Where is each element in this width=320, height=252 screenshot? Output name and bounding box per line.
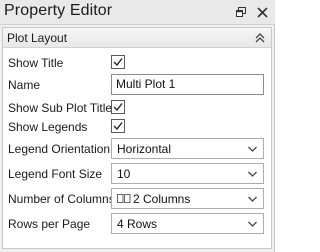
rows-per-page-select[interactable]: 4 Rows <box>111 213 264 234</box>
show-legends-checkbox[interactable] <box>111 119 125 133</box>
checkmark-icon <box>113 103 123 112</box>
chevron-down-icon <box>248 221 257 227</box>
panel-title: Property Editor <box>4 2 113 19</box>
show-sub-plot-titles-label: Show Sub Plot Titles <box>8 101 119 115</box>
name-label: Name <box>8 78 41 92</box>
chevron-down-icon <box>248 196 257 202</box>
row-number-of-columns: Number of Columns 2 Columns <box>3 188 271 210</box>
number-of-columns-value: 2 Columns <box>133 192 191 206</box>
chevron-down-icon <box>248 171 257 177</box>
number-of-columns-select[interactable]: 2 Columns <box>111 188 264 209</box>
number-of-columns-label: Number of Columns <box>8 192 115 206</box>
legend-font-size-label: Legend Font Size <box>8 167 103 181</box>
legend-orientation-select[interactable]: Horizontal <box>111 138 264 159</box>
legend-orientation-label: Legend Orientation <box>8 142 111 156</box>
row-legend-orientation: Legend Orientation Horizontal <box>3 138 271 160</box>
close-icon[interactable] <box>254 4 270 20</box>
legend-font-size-value: 10 <box>117 167 131 181</box>
checkmark-icon <box>113 122 123 131</box>
show-title-checkbox[interactable] <box>111 55 125 69</box>
legend-font-size-select[interactable]: 10 <box>111 163 264 184</box>
chevron-down-icon <box>248 146 257 152</box>
checkmark-icon <box>113 58 123 67</box>
show-sub-plot-titles-checkbox[interactable] <box>111 100 125 114</box>
panel-titlebar: Property Editor <box>0 0 275 25</box>
rows-per-page-label: Rows per Page <box>8 217 91 231</box>
pin-icon[interactable] <box>233 4 249 20</box>
row-show-legends: Show Legends <box>3 116 271 138</box>
section-header[interactable]: Plot Layout <box>3 28 271 48</box>
row-name: Name Multi Plot 1 <box>3 73 271 95</box>
legend-orientation-value: Horizontal <box>117 142 172 156</box>
two-columns-icon <box>117 194 131 203</box>
name-field[interactable]: Multi Plot 1 <box>111 74 264 95</box>
row-legend-font-size: Legend Font Size 10 <box>3 163 271 185</box>
section-title: Plot Layout <box>7 31 68 45</box>
row-show-title: Show Title <box>3 52 271 74</box>
property-editor-panel: Property Editor Plot Layout Show Title N… <box>0 0 275 252</box>
plot-layout-section: Plot Layout Show Title Name Multi Plot 1 <box>2 27 272 249</box>
row-rows-per-page: Rows per Page 4 Rows <box>3 213 271 235</box>
show-title-label: Show Title <box>8 56 64 70</box>
rows-per-page-value: 4 Rows <box>117 217 158 231</box>
double-chevron-up-icon[interactable] <box>253 30 267 46</box>
show-legends-label: Show Legends <box>8 120 88 134</box>
